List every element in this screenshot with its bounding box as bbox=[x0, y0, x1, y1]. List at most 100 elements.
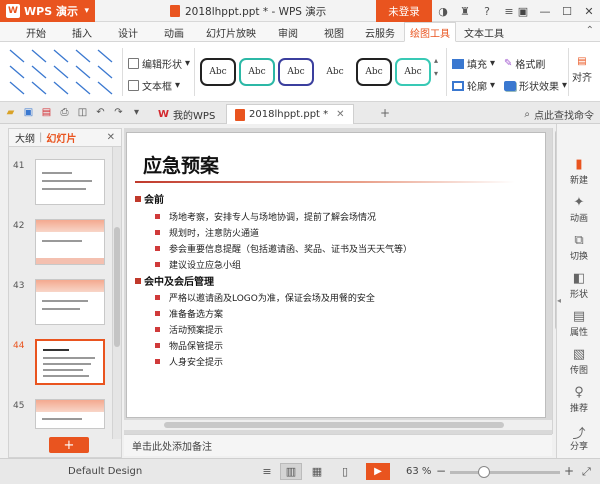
slide-navigation-panel: 大纲 | 幻灯片 ✕ 41 42 43 44 45 + bbox=[8, 128, 122, 458]
shape-style-4[interactable]: Abc bbox=[317, 58, 353, 86]
slide-thumbnail[interactable] bbox=[35, 159, 105, 205]
shape-style-2[interactable]: Abc bbox=[239, 58, 275, 86]
slide-canvas: 应急预案 会前 场地考察，安排专人与场地协调，提前了解会场情况 规划时，注意防火… bbox=[124, 128, 562, 434]
zoom-slider-handle[interactable] bbox=[478, 466, 490, 478]
line-shape-gallery[interactable] bbox=[8, 48, 118, 96]
current-slide[interactable]: 应急预案 会前 场地考察，安排专人与场地协调，提前了解会场情况 规划时，注意防火… bbox=[126, 132, 546, 418]
undo-icon[interactable]: ↶ bbox=[94, 106, 107, 119]
shape-style-5[interactable]: Abc bbox=[356, 58, 392, 86]
fill-icon bbox=[452, 58, 464, 69]
shirt-icon[interactable]: ♜ bbox=[458, 5, 472, 18]
slide-thumbnail[interactable] bbox=[35, 399, 105, 429]
fit-to-window-icon[interactable]: ⤢ bbox=[582, 465, 591, 479]
style-gallery-scroller[interactable]: ▴ ▾ bbox=[434, 56, 438, 78]
sidebar-item-properties[interactable]: ▤ 属性 bbox=[557, 304, 600, 342]
play-slideshow-button[interactable]: ▶ bbox=[366, 463, 390, 480]
list-item[interactable]: 人身安全提示 bbox=[155, 355, 223, 368]
minimize-icon[interactable]: — bbox=[534, 0, 556, 22]
notes-view-icon[interactable]: ≡ bbox=[256, 463, 278, 480]
tab-outline[interactable]: 大纲 bbox=[15, 130, 35, 145]
close-icon[interactable]: ✕ bbox=[107, 132, 115, 143]
wps-app-menu-button[interactable]: W WPS 演示 ▾ bbox=[0, 0, 95, 22]
tab-insert[interactable]: 插入 bbox=[60, 22, 104, 42]
image-upload-icon: ▧ bbox=[572, 346, 586, 362]
print-icon[interactable]: ⎙ bbox=[58, 106, 71, 119]
close-tab-icon[interactable]: ✕ bbox=[336, 109, 344, 120]
save-icon[interactable]: ▣ bbox=[22, 106, 35, 119]
ribbon-collapse-icon[interactable]: ⌃ bbox=[586, 25, 594, 36]
sidebar-item-share[interactable]: ⤴ 分享 bbox=[557, 418, 600, 456]
slide-sorter-view-icon[interactable]: ▦ bbox=[306, 463, 328, 480]
list-item[interactable]: 活动预案提示 bbox=[155, 323, 223, 336]
redo-icon[interactable]: ↷ bbox=[112, 106, 125, 119]
tab-cloud-service[interactable]: 云服务 bbox=[358, 22, 402, 42]
tab-review[interactable]: 审阅 bbox=[266, 22, 310, 42]
shape-style-3[interactable]: Abc bbox=[278, 58, 314, 86]
tab-view[interactable]: 视图 bbox=[312, 22, 356, 42]
reading-view-icon[interactable]: ▯ bbox=[334, 463, 356, 480]
shape-effect-button[interactable]: 形状效果 ▾ bbox=[504, 78, 567, 93]
tab-drawing-tools[interactable]: 绘图工具 bbox=[404, 22, 456, 42]
command-search[interactable]: ⌕ 点此查找命令 bbox=[524, 107, 594, 122]
slide-title[interactable]: 应急预案 bbox=[143, 151, 219, 178]
tab-slideshow[interactable]: 幻灯片放映 bbox=[198, 22, 264, 42]
list-item[interactable]: 物品保管提示 bbox=[155, 339, 223, 352]
sidebar-item-upload-image[interactable]: ▧ 传图 bbox=[557, 342, 600, 380]
slide-thumbnail[interactable] bbox=[35, 219, 105, 265]
list-item[interactable]: 严格以邀请函及LOGO为准，保证会场及用餐的安全 bbox=[155, 291, 375, 304]
normal-view-icon[interactable]: ▥ bbox=[280, 463, 302, 480]
section-heading[interactable]: 会前 bbox=[135, 191, 164, 206]
tab-design[interactable]: 设计 bbox=[106, 22, 150, 42]
list-item-text: 规划时，注意防火通道 bbox=[169, 229, 260, 239]
section-heading[interactable]: 会中及会后管理 bbox=[135, 273, 214, 288]
canvas-horizontal-scrollbar[interactable] bbox=[124, 420, 552, 430]
tab-my-wps[interactable]: W 我的WPS bbox=[150, 104, 223, 124]
tab-home[interactable]: 开始 bbox=[14, 22, 58, 42]
zoom-out-icon[interactable]: − bbox=[436, 464, 446, 478]
style-preview-text: Abc bbox=[248, 67, 266, 77]
list-item[interactable]: 场地考察，安排专人与场地协调，提前了解会场情况 bbox=[155, 210, 376, 223]
sidebar-item-label: 推荐 bbox=[569, 403, 588, 414]
zoom-in-icon[interactable]: + bbox=[564, 464, 574, 478]
close-icon[interactable]: ✕ bbox=[578, 0, 600, 22]
skin-icon[interactable]: ◑ bbox=[436, 5, 450, 18]
maximize-icon[interactable]: ☐ bbox=[556, 0, 578, 22]
chevron-down-icon[interactable]: ▾ bbox=[130, 106, 143, 119]
list-item[interactable]: 建议设立应急小组 bbox=[155, 258, 241, 271]
slide-thumbnail[interactable] bbox=[35, 279, 105, 325]
new-tab-icon[interactable]: + bbox=[380, 106, 390, 120]
thumbnail-scrollbar[interactable] bbox=[112, 147, 121, 439]
sidebar-item-animation[interactable]: ✦ 动画 bbox=[557, 190, 600, 228]
fill-button[interactable]: 填充 ▾ bbox=[452, 56, 495, 71]
tab-text-tools[interactable]: 文本工具 bbox=[458, 22, 510, 42]
shape-style-1[interactable]: Abc bbox=[200, 58, 236, 86]
sidebar-item-new[interactable]: ▮ 新建 bbox=[557, 152, 600, 190]
shape-style-6[interactable]: Abc bbox=[395, 58, 431, 86]
add-slide-button[interactable]: + bbox=[49, 437, 89, 453]
textbox-button[interactable]: 文本框 ▾ bbox=[128, 78, 180, 93]
sidebar-item-transition[interactable]: ⧉ 切换 bbox=[557, 228, 600, 266]
tab-animation[interactable]: 动画 bbox=[152, 22, 196, 42]
ribbon-separator bbox=[446, 48, 447, 96]
restore-window-icon[interactable]: ▣ bbox=[512, 0, 534, 22]
login-button[interactable]: 未登录 bbox=[376, 0, 432, 22]
list-item[interactable]: 参会重要信息提醒（包括邀请函、奖品、证书及当天天气等） bbox=[155, 242, 412, 255]
edit-shape-button[interactable]: 编辑形状 ▾ bbox=[128, 56, 190, 71]
list-item[interactable]: 准备备选方案 bbox=[155, 307, 223, 320]
export-pdf-icon[interactable]: ▤ bbox=[40, 106, 53, 119]
format-brush-button[interactable]: ✎ 格式刷 bbox=[504, 56, 545, 71]
list-item[interactable]: 规划时，注意防火通道 bbox=[155, 226, 259, 239]
outline-button[interactable]: 轮廓 ▾ bbox=[452, 78, 495, 93]
textbox-label: 文本框 bbox=[142, 82, 172, 93]
tab-document[interactable]: 2018lhppt.ppt * ✕ bbox=[226, 104, 354, 124]
slide-thumbnail-selected[interactable] bbox=[35, 339, 105, 385]
notes-area[interactable]: 单击此处添加备注 bbox=[124, 434, 552, 456]
open-folder-icon[interactable]: ▰ bbox=[4, 106, 17, 119]
zoom-slider[interactable] bbox=[450, 466, 560, 478]
sidebar-item-recommend[interactable]: ♀ 推荐 bbox=[557, 380, 600, 418]
tab-slides[interactable]: 幻灯片 bbox=[46, 130, 76, 145]
preview-icon[interactable]: ◫ bbox=[76, 106, 89, 119]
sidebar-item-shape[interactable]: ◧ 形状 bbox=[557, 266, 600, 304]
align-button[interactable]: ▤ 对齐 bbox=[572, 56, 592, 84]
help-icon[interactable]: ? bbox=[480, 5, 494, 18]
